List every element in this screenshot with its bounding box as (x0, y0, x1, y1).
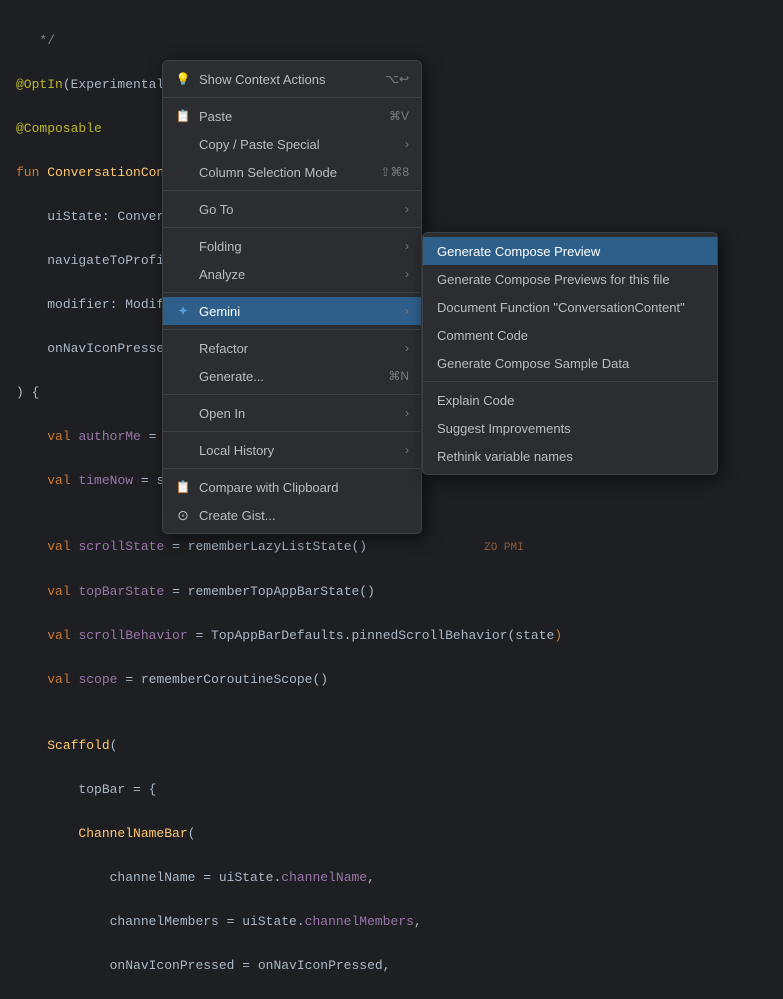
submenu-item-generate-compose-preview[interactable]: Generate Compose Preview (423, 237, 717, 265)
menu-label-folding: Folding (199, 239, 242, 254)
menu-item-open-in[interactable]: Open In › (163, 399, 421, 427)
submenu-item-explain-code[interactable]: Explain Code (423, 386, 717, 414)
menu-item-column-selection[interactable]: Column Selection Mode ⇧⌘8 (163, 158, 421, 186)
generate-icon (175, 368, 191, 384)
separator-6 (163, 394, 421, 395)
menu-item-show-context-actions[interactable]: 💡 Show Context Actions ⌥↩ (163, 65, 421, 93)
submenu-label-rethink-variable-names: Rethink variable names (437, 449, 573, 464)
submenu-item-rethink-variable-names[interactable]: Rethink variable names (423, 442, 717, 470)
menu-label-create-gist: Create Gist... (199, 508, 276, 523)
column-icon (175, 164, 191, 180)
arrow-icon-refactor: › (405, 341, 409, 355)
analyze-icon (175, 266, 191, 282)
separator-7 (163, 431, 421, 432)
menu-item-refactor[interactable]: Refactor › (163, 334, 421, 362)
submenu-item-generate-compose-sample[interactable]: Generate Compose Sample Data (423, 349, 717, 377)
submenu-label-generate-compose-preview: Generate Compose Preview (437, 244, 600, 259)
separator-1 (163, 97, 421, 98)
refactor-icon (175, 340, 191, 356)
menu-label-local-history: Local History (199, 443, 274, 458)
menu-item-go-to[interactable]: Go To › (163, 195, 421, 223)
gemini-submenu: Generate Compose Preview Generate Compos… (422, 232, 718, 475)
submenu-separator-1 (423, 381, 717, 382)
arrow-icon-analyze: › (405, 267, 409, 281)
submenu-label-document-function: Document Function "ConversationContent" (437, 300, 685, 315)
separator-5 (163, 329, 421, 330)
separator-2 (163, 190, 421, 191)
submenu-item-comment-code[interactable]: Comment Code (423, 321, 717, 349)
shortcut-paste: ⌘V (389, 109, 409, 123)
context-menu: 💡 Show Context Actions ⌥↩ 📋 Paste ⌘V Cop… (162, 60, 422, 534)
menu-label-compare-clipboard: Compare with Clipboard (199, 480, 338, 495)
separator-8 (163, 468, 421, 469)
submenu-label-explain-code: Explain Code (437, 393, 514, 408)
arrow-icon-local-history: › (405, 443, 409, 457)
menu-item-compare-clipboard[interactable]: 📋 Compare with Clipboard (163, 473, 421, 501)
menu-label-gemini: Gemini (199, 304, 240, 319)
menu-label-open-in: Open In (199, 406, 245, 421)
menu-label-copy-paste-special: Copy / Paste Special (199, 137, 320, 152)
history-icon (175, 442, 191, 458)
bulb-icon: 💡 (175, 71, 191, 87)
menu-label-generate: Generate... (199, 369, 264, 384)
open-in-icon (175, 405, 191, 421)
menu-label-refactor: Refactor (199, 341, 248, 356)
menu-item-folding[interactable]: Folding › (163, 232, 421, 260)
submenu-item-document-function[interactable]: Document Function "ConversationContent" (423, 293, 717, 321)
shortcut-show-context-actions: ⌥↩ (385, 72, 409, 86)
shortcut-generate: ⌘N (388, 369, 409, 383)
menu-item-analyze[interactable]: Analyze › (163, 260, 421, 288)
submenu-item-suggest-improvements[interactable]: Suggest Improvements (423, 414, 717, 442)
paste-icon: 📋 (175, 108, 191, 124)
menu-item-create-gist[interactable]: ⊙ Create Gist... (163, 501, 421, 529)
menu-item-local-history[interactable]: Local History › (163, 436, 421, 464)
menu-label-show-context-actions: Show Context Actions (199, 72, 325, 87)
submenu-label-comment-code: Comment Code (437, 328, 528, 343)
separator-4 (163, 292, 421, 293)
gemini-icon: ✦ (175, 303, 191, 319)
arrow-icon-gemini: › (405, 304, 409, 318)
menu-item-paste[interactable]: 📋 Paste ⌘V (163, 102, 421, 130)
folding-icon (175, 238, 191, 254)
compare-icon: 📋 (175, 479, 191, 495)
menu-label-analyze: Analyze (199, 267, 245, 282)
menu-item-copy-paste-special[interactable]: Copy / Paste Special › (163, 130, 421, 158)
submenu-label-suggest-improvements: Suggest Improvements (437, 421, 571, 436)
menu-label-paste: Paste (199, 109, 232, 124)
menu-item-generate[interactable]: Generate... ⌘N (163, 362, 421, 390)
submenu-label-generate-compose-previews-file: Generate Compose Previews for this file (437, 272, 670, 287)
arrow-icon-folding: › (405, 239, 409, 253)
arrow-icon-copy-paste: › (405, 137, 409, 151)
github-icon: ⊙ (175, 507, 191, 523)
shortcut-column-selection: ⇧⌘8 (380, 165, 409, 179)
submenu-label-generate-compose-sample: Generate Compose Sample Data (437, 356, 629, 371)
separator-3 (163, 227, 421, 228)
menu-item-gemini[interactable]: ✦ Gemini › (163, 297, 421, 325)
submenu-item-generate-compose-previews-file[interactable]: Generate Compose Previews for this file (423, 265, 717, 293)
menu-label-go-to: Go To (199, 202, 233, 217)
arrow-icon-goto: › (405, 202, 409, 216)
copy-paste-icon (175, 136, 191, 152)
menu-label-column-selection: Column Selection Mode (199, 165, 337, 180)
goto-icon (175, 201, 191, 217)
arrow-icon-open-in: › (405, 406, 409, 420)
